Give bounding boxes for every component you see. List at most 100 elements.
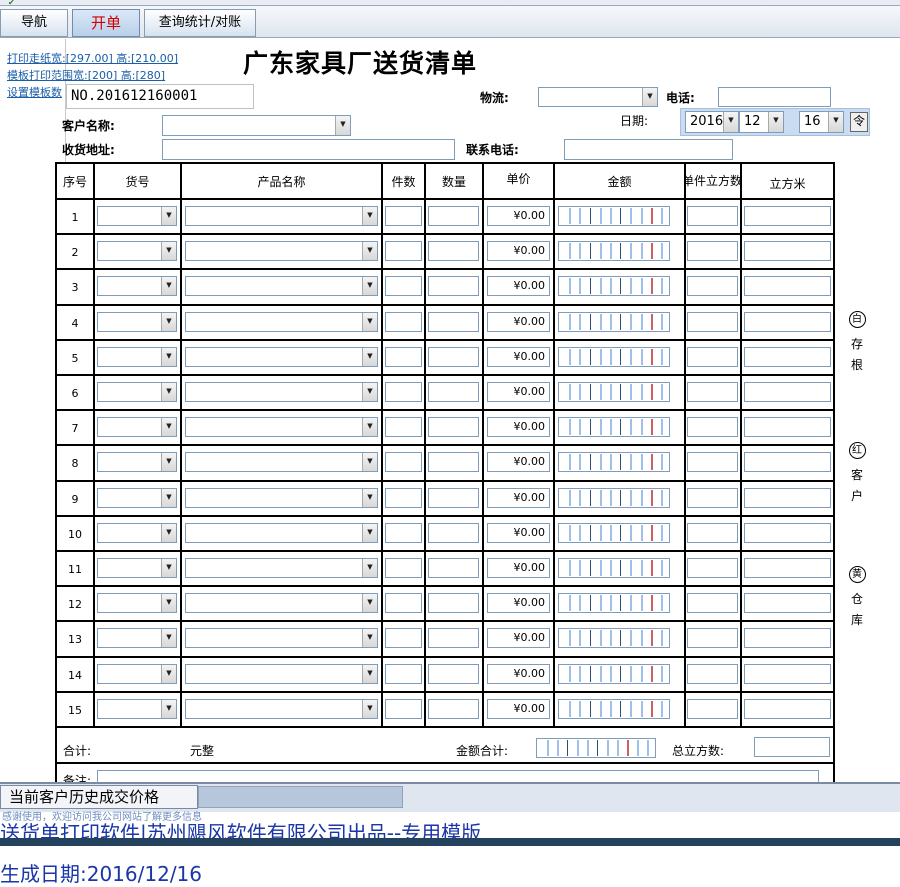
unit-cubic-input[interactable] <box>687 558 738 578</box>
cubic-meters-input[interactable] <box>744 698 831 719</box>
pieces-input[interactable] <box>385 593 422 614</box>
item-no-select[interactable]: ▼ <box>97 628 177 649</box>
year-select[interactable]: 2016 ▼ <box>685 111 739 133</box>
date-spin-button[interactable]: 令 <box>850 112 868 132</box>
cubic-meters-input[interactable] <box>744 241 831 262</box>
unit-cubic-input[interactable] <box>687 206 738 226</box>
pieces-input[interactable] <box>385 346 422 367</box>
chevron-down-icon[interactable]: ▼ <box>723 112 738 132</box>
template-range-link[interactable]: 模板打印范围宽:[200] 高:[280] <box>7 67 165 83</box>
chevron-down-icon[interactable]: ▼ <box>161 523 176 542</box>
chevron-down-icon[interactable]: ▼ <box>362 347 377 366</box>
chevron-down-icon[interactable]: ▼ <box>161 559 176 577</box>
tab-create-order[interactable]: 开单 <box>72 9 140 37</box>
pieces-input[interactable] <box>385 206 422 226</box>
chevron-down-icon[interactable]: ▼ <box>362 277 377 296</box>
pieces-input[interactable] <box>385 241 422 262</box>
pieces-input[interactable] <box>385 663 422 684</box>
total-cubic-input[interactable] <box>754 737 830 757</box>
cubic-meters-input[interactable] <box>744 382 831 402</box>
chevron-down-icon[interactable]: ▼ <box>362 629 377 648</box>
pieces-input[interactable] <box>385 276 422 297</box>
item-no-select[interactable]: ▼ <box>97 593 177 614</box>
chevron-down-icon[interactable]: ▼ <box>161 312 176 331</box>
chevron-down-icon[interactable]: ▼ <box>161 242 176 261</box>
unit-cubic-input[interactable] <box>687 382 738 402</box>
chevron-down-icon[interactable]: ▼ <box>828 112 843 132</box>
unit-price-input[interactable]: ¥0.00 <box>487 417 550 438</box>
product-name-select[interactable]: ▼ <box>185 417 378 438</box>
chevron-down-icon[interactable]: ▼ <box>768 112 783 132</box>
chevron-down-icon[interactable]: ▼ <box>362 664 377 683</box>
cubic-meters-input[interactable] <box>744 417 831 438</box>
quantity-input[interactable] <box>428 311 479 332</box>
unit-price-input[interactable]: ¥0.00 <box>487 382 550 402</box>
unit-cubic-input[interactable] <box>687 628 738 649</box>
item-no-select[interactable]: ▼ <box>97 522 177 543</box>
product-name-select[interactable]: ▼ <box>185 522 378 543</box>
cubic-meters-input[interactable] <box>744 311 831 332</box>
cubic-meters-input[interactable] <box>744 206 831 226</box>
cubic-meters-input[interactable] <box>744 522 831 543</box>
quantity-input[interactable] <box>428 382 479 402</box>
item-no-select[interactable]: ▼ <box>97 698 177 719</box>
history-price-label[interactable]: 当前客户历史成交价格 <box>0 785 198 809</box>
chevron-down-icon[interactable]: ▼ <box>161 347 176 366</box>
chevron-down-icon[interactable]: ▼ <box>335 116 350 135</box>
unit-price-input[interactable]: ¥0.00 <box>487 241 550 262</box>
tab-navigation[interactable]: 导航 <box>0 9 68 37</box>
quantity-input[interactable] <box>428 452 479 473</box>
chevron-down-icon[interactable]: ▼ <box>161 664 176 683</box>
chevron-down-icon[interactable]: ▼ <box>161 207 176 225</box>
item-no-select[interactable]: ▼ <box>97 346 177 367</box>
product-name-select[interactable]: ▼ <box>185 206 378 226</box>
unit-price-input[interactable]: ¥0.00 <box>487 452 550 473</box>
pieces-input[interactable] <box>385 628 422 649</box>
item-no-select[interactable]: ▼ <box>97 663 177 684</box>
template-settings-link[interactable]: 设置模板数 <box>7 84 65 100</box>
quantity-input[interactable] <box>428 346 479 367</box>
pieces-input[interactable] <box>385 558 422 578</box>
chevron-down-icon[interactable]: ▼ <box>362 453 377 472</box>
chevron-down-icon[interactable]: ▼ <box>362 383 377 401</box>
pieces-input[interactable] <box>385 452 422 473</box>
chevron-down-icon[interactable]: ▼ <box>362 312 377 331</box>
unit-cubic-input[interactable] <box>687 311 738 332</box>
unit-price-input[interactable]: ¥0.00 <box>487 628 550 649</box>
item-no-select[interactable]: ▼ <box>97 417 177 438</box>
chevron-down-icon[interactable]: ▼ <box>362 488 377 507</box>
contact-phone-input[interactable] <box>564 139 733 160</box>
unit-price-input[interactable]: ¥0.00 <box>487 663 550 684</box>
chevron-down-icon[interactable]: ▼ <box>161 277 176 296</box>
cubic-meters-input[interactable] <box>744 558 831 578</box>
unit-cubic-input[interactable] <box>687 487 738 508</box>
pieces-input[interactable] <box>385 311 422 332</box>
copy-yellow-warehouse[interactable]: 黄 仓 库 <box>847 566 867 631</box>
address-input[interactable] <box>162 139 455 160</box>
cubic-meters-input[interactable] <box>744 346 831 367</box>
cubic-meters-input[interactable] <box>744 628 831 649</box>
chevron-down-icon[interactable]: ▼ <box>362 242 377 261</box>
unit-price-input[interactable]: ¥0.00 <box>487 593 550 614</box>
chevron-down-icon[interactable]: ▼ <box>362 207 377 225</box>
item-no-select[interactable]: ▼ <box>97 558 177 578</box>
unit-cubic-input[interactable] <box>687 276 738 297</box>
chevron-down-icon[interactable]: ▼ <box>362 699 377 718</box>
item-no-select[interactable]: ▼ <box>97 311 177 332</box>
product-name-select[interactable]: ▼ <box>185 241 378 262</box>
product-name-select[interactable]: ▼ <box>185 663 378 684</box>
chevron-down-icon[interactable]: ▼ <box>362 594 377 613</box>
chevron-down-icon[interactable]: ▼ <box>362 523 377 542</box>
pieces-input[interactable] <box>385 522 422 543</box>
chevron-down-icon[interactable]: ▼ <box>362 418 377 437</box>
item-no-select[interactable]: ▼ <box>97 382 177 402</box>
phone-input[interactable] <box>718 87 831 107</box>
quantity-input[interactable] <box>428 558 479 578</box>
product-name-select[interactable]: ▼ <box>185 593 378 614</box>
unit-cubic-input[interactable] <box>687 452 738 473</box>
unit-price-input[interactable]: ¥0.00 <box>487 558 550 578</box>
product-name-select[interactable]: ▼ <box>185 487 378 508</box>
quantity-input[interactable] <box>428 276 479 297</box>
product-name-select[interactable]: ▼ <box>185 558 378 578</box>
item-no-select[interactable]: ▼ <box>97 487 177 508</box>
